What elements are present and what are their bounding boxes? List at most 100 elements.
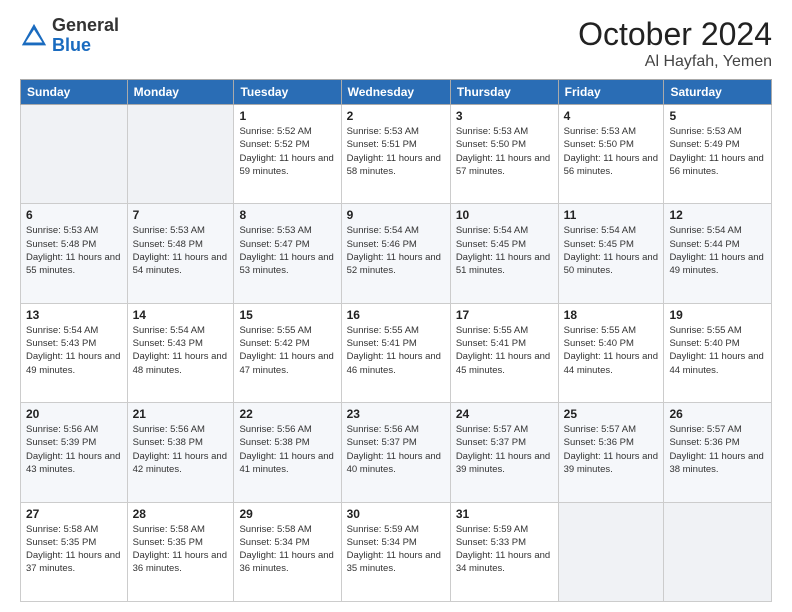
calendar-cell: 1 Sunrise: 5:52 AM Sunset: 5:52 PM Daylig… <box>234 105 341 204</box>
calendar-cell: 27Sunrise: 5:58 AM Sunset: 5:35 PM Dayli… <box>21 502 128 601</box>
month-title: October 2024 <box>578 16 772 53</box>
day-number: 30 <box>347 507 445 521</box>
day-detail: Sunrise: 5:55 AM Sunset: 5:40 PM Dayligh… <box>564 324 659 377</box>
calendar-cell: 12 Sunrise: 5:54 AM Sunset: 5:44 PM Dayli… <box>664 204 772 303</box>
day-number: 13 <box>26 308 122 322</box>
calendar-cell: 30 Sunrise: 5:59 AM Sunset: 5:34 PM Dayli… <box>341 502 450 601</box>
calendar-cell: 2 Sunrise: 5:53 AM Sunset: 5:51 PM Daylig… <box>341 105 450 204</box>
day-number: 6 <box>26 208 122 222</box>
day-number: 11 <box>564 208 659 222</box>
day-number: 24 <box>456 407 553 421</box>
calendar-cell: 28Sunrise: 5:58 AM Sunset: 5:35 PM Dayli… <box>127 502 234 601</box>
calendar-cell: 31Sunrise: 5:59 AM Sunset: 5:33 PM Dayli… <box>450 502 558 601</box>
day-number: 23 <box>347 407 445 421</box>
day-detail: Sunrise: 5:54 AM Sunset: 5:45 PM Dayligh… <box>456 224 553 277</box>
day-detail: Sunrise: 5:54 AM Sunset: 5:43 PM Dayligh… <box>26 324 122 377</box>
calendar-cell: 10 Sunrise: 5:54 AM Sunset: 5:45 PM Dayli… <box>450 204 558 303</box>
day-detail: Sunrise: 5:57 AM Sunset: 5:36 PM Dayligh… <box>564 423 659 476</box>
day-number: 15 <box>239 308 335 322</box>
day-number: 19 <box>669 308 766 322</box>
day-number: 20 <box>26 407 122 421</box>
logo-icon <box>20 22 48 50</box>
weekday-header-monday: Monday <box>127 80 234 105</box>
day-number: 18 <box>564 308 659 322</box>
day-detail: Sunrise: 5:53 AM Sunset: 5:51 PM Dayligh… <box>347 125 445 178</box>
week-row-4: 20Sunrise: 5:56 AM Sunset: 5:39 PM Dayli… <box>21 403 772 502</box>
day-number: 29 <box>239 507 335 521</box>
day-number: 8 <box>239 208 335 222</box>
day-number: 22 <box>239 407 335 421</box>
week-row-5: 27Sunrise: 5:58 AM Sunset: 5:35 PM Dayli… <box>21 502 772 601</box>
day-detail: Sunrise: 5:53 AM Sunset: 5:50 PM Dayligh… <box>456 125 553 178</box>
calendar-cell: 7 Sunrise: 5:53 AM Sunset: 5:48 PM Daylig… <box>127 204 234 303</box>
day-detail: Sunrise: 5:55 AM Sunset: 5:42 PM Dayligh… <box>239 324 335 377</box>
day-detail: Sunrise: 5:52 AM Sunset: 5:52 PM Dayligh… <box>239 125 335 178</box>
week-row-1: 1 Sunrise: 5:52 AM Sunset: 5:52 PM Daylig… <box>21 105 772 204</box>
calendar-cell: 17 Sunrise: 5:55 AM Sunset: 5:41 PM Dayli… <box>450 303 558 402</box>
day-number: 9 <box>347 208 445 222</box>
day-number: 17 <box>456 308 553 322</box>
logo-blue-text: Blue <box>52 35 91 55</box>
logo: General Blue <box>20 16 119 56</box>
calendar-cell: 8 Sunrise: 5:53 AM Sunset: 5:47 PM Daylig… <box>234 204 341 303</box>
header: General Blue October 2024 Al Hayfah, Yem… <box>20 16 772 71</box>
calendar-cell: 6 Sunrise: 5:53 AM Sunset: 5:48 PM Daylig… <box>21 204 128 303</box>
day-detail: Sunrise: 5:59 AM Sunset: 5:34 PM Dayligh… <box>347 523 445 576</box>
calendar-cell: 22 Sunrise: 5:56 AM Sunset: 5:38 PM Dayli… <box>234 403 341 502</box>
day-detail: Sunrise: 5:55 AM Sunset: 5:41 PM Dayligh… <box>347 324 445 377</box>
day-detail: Sunrise: 5:53 AM Sunset: 5:47 PM Dayligh… <box>239 224 335 277</box>
calendar-cell <box>664 502 772 601</box>
calendar-cell <box>127 105 234 204</box>
weekday-header-sunday: Sunday <box>21 80 128 105</box>
calendar-cell: 20Sunrise: 5:56 AM Sunset: 5:39 PM Dayli… <box>21 403 128 502</box>
day-number: 2 <box>347 109 445 123</box>
calendar-cell: 9 Sunrise: 5:54 AM Sunset: 5:46 PM Daylig… <box>341 204 450 303</box>
calendar-cell: 13 Sunrise: 5:54 AM Sunset: 5:43 PM Dayli… <box>21 303 128 402</box>
week-row-2: 6 Sunrise: 5:53 AM Sunset: 5:48 PM Daylig… <box>21 204 772 303</box>
calendar-cell: 19 Sunrise: 5:55 AM Sunset: 5:40 PM Dayli… <box>664 303 772 402</box>
day-detail: Sunrise: 5:53 AM Sunset: 5:48 PM Dayligh… <box>26 224 122 277</box>
calendar-cell: 23 Sunrise: 5:56 AM Sunset: 5:37 PM Dayli… <box>341 403 450 502</box>
logo-general-text: General <box>52 15 119 35</box>
day-number: 25 <box>564 407 659 421</box>
calendar-cell: 21 Sunrise: 5:56 AM Sunset: 5:38 PM Dayli… <box>127 403 234 502</box>
page: General Blue October 2024 Al Hayfah, Yem… <box>0 0 792 612</box>
day-detail: Sunrise: 5:55 AM Sunset: 5:41 PM Dayligh… <box>456 324 553 377</box>
day-detail: Sunrise: 5:57 AM Sunset: 5:36 PM Dayligh… <box>669 423 766 476</box>
day-number: 14 <box>133 308 229 322</box>
calendar-table: SundayMondayTuesdayWednesdayThursdayFrid… <box>20 79 772 602</box>
calendar-cell <box>558 502 664 601</box>
calendar-cell: 3 Sunrise: 5:53 AM Sunset: 5:50 PM Daylig… <box>450 105 558 204</box>
day-number: 31 <box>456 507 553 521</box>
day-detail: Sunrise: 5:54 AM Sunset: 5:45 PM Dayligh… <box>564 224 659 277</box>
day-number: 16 <box>347 308 445 322</box>
day-number: 12 <box>669 208 766 222</box>
day-detail: Sunrise: 5:56 AM Sunset: 5:38 PM Dayligh… <box>239 423 335 476</box>
logo-text: General Blue <box>52 16 119 56</box>
day-number: 1 <box>239 109 335 123</box>
weekday-header-wednesday: Wednesday <box>341 80 450 105</box>
calendar-cell: 26 Sunrise: 5:57 AM Sunset: 5:36 PM Dayli… <box>664 403 772 502</box>
day-detail: Sunrise: 5:57 AM Sunset: 5:37 PM Dayligh… <box>456 423 553 476</box>
weekday-header-friday: Friday <box>558 80 664 105</box>
calendar-cell: 15 Sunrise: 5:55 AM Sunset: 5:42 PM Dayli… <box>234 303 341 402</box>
day-detail: Sunrise: 5:54 AM Sunset: 5:44 PM Dayligh… <box>669 224 766 277</box>
day-number: 26 <box>669 407 766 421</box>
calendar-cell: 24 Sunrise: 5:57 AM Sunset: 5:37 PM Dayli… <box>450 403 558 502</box>
calendar-cell: 18 Sunrise: 5:55 AM Sunset: 5:40 PM Dayli… <box>558 303 664 402</box>
day-number: 27 <box>26 507 122 521</box>
calendar-cell: 29 Sunrise: 5:58 AM Sunset: 5:34 PM Dayli… <box>234 502 341 601</box>
calendar-cell <box>21 105 128 204</box>
day-number: 28 <box>133 507 229 521</box>
day-detail: Sunrise: 5:56 AM Sunset: 5:38 PM Dayligh… <box>133 423 229 476</box>
day-detail: Sunrise: 5:54 AM Sunset: 5:46 PM Dayligh… <box>347 224 445 277</box>
weekday-header-saturday: Saturday <box>664 80 772 105</box>
day-number: 7 <box>133 208 229 222</box>
day-detail: Sunrise: 5:53 AM Sunset: 5:48 PM Dayligh… <box>133 224 229 277</box>
day-number: 10 <box>456 208 553 222</box>
day-detail: Sunrise: 5:56 AM Sunset: 5:37 PM Dayligh… <box>347 423 445 476</box>
day-detail: Sunrise: 5:58 AM Sunset: 5:34 PM Dayligh… <box>239 523 335 576</box>
day-number: 21 <box>133 407 229 421</box>
day-number: 3 <box>456 109 553 123</box>
day-detail: Sunrise: 5:55 AM Sunset: 5:40 PM Dayligh… <box>669 324 766 377</box>
